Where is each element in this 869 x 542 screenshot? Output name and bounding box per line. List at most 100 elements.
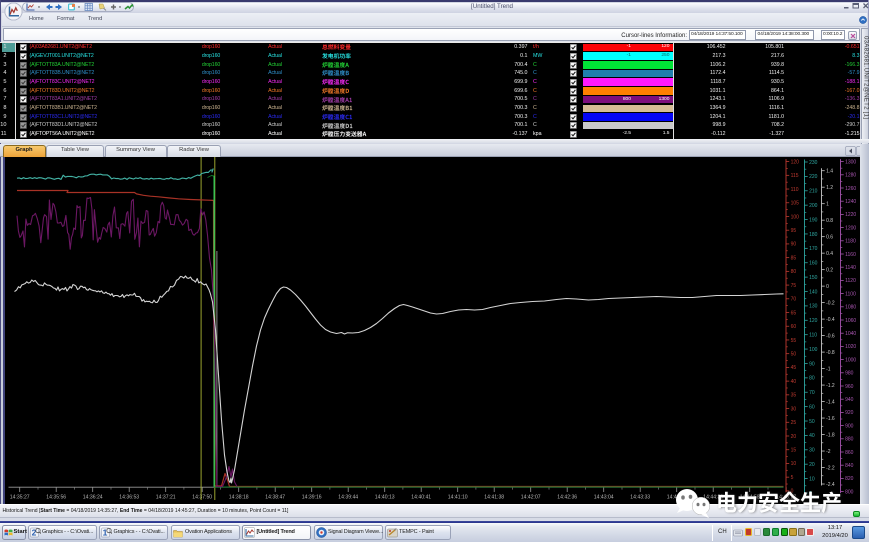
svg-text:14:39:44: 14:39:44 xyxy=(338,495,358,501)
svg-text:840: 840 xyxy=(845,463,854,469)
svg-text:1300: 1300 xyxy=(845,159,856,165)
svg-text:1000: 1000 xyxy=(845,357,856,363)
svg-text:5: 5 xyxy=(790,475,793,481)
svg-text:35: 35 xyxy=(790,393,796,399)
svg-text:0.8: 0.8 xyxy=(826,218,833,224)
svg-text:85: 85 xyxy=(790,255,796,261)
svg-text:55: 55 xyxy=(790,338,796,344)
svg-text:150: 150 xyxy=(809,275,818,281)
svg-text:160: 160 xyxy=(809,261,818,267)
svg-text:40: 40 xyxy=(790,379,796,385)
svg-text:-0.2: -0.2 xyxy=(826,300,835,306)
svg-text:1080: 1080 xyxy=(845,305,856,311)
svg-text:50: 50 xyxy=(790,351,796,357)
svg-text:25: 25 xyxy=(790,420,796,426)
svg-text:110: 110 xyxy=(809,332,817,338)
svg-text:190: 190 xyxy=(809,217,818,223)
svg-text:75: 75 xyxy=(790,283,796,289)
svg-text:100: 100 xyxy=(790,214,799,220)
svg-text:20: 20 xyxy=(790,434,796,440)
svg-text:140: 140 xyxy=(809,289,818,295)
svg-text:0.2: 0.2 xyxy=(826,267,833,273)
svg-text:1200: 1200 xyxy=(845,225,856,231)
svg-text:820: 820 xyxy=(845,476,854,482)
svg-text:40: 40 xyxy=(809,433,815,439)
svg-text:14:43:33: 14:43:33 xyxy=(630,495,650,501)
svg-text:0: 0 xyxy=(826,284,829,290)
svg-text:1100: 1100 xyxy=(845,291,856,297)
svg-text:20: 20 xyxy=(809,462,815,468)
svg-text:14:40:13: 14:40:13 xyxy=(374,495,394,501)
svg-text:900: 900 xyxy=(845,423,854,429)
svg-text:220: 220 xyxy=(809,174,818,180)
svg-text:14:38:47: 14:38:47 xyxy=(265,495,285,501)
svg-text:14:41:38: 14:41:38 xyxy=(484,495,504,501)
svg-text:14:37:50: 14:37:50 xyxy=(192,495,212,501)
svg-text:1040: 1040 xyxy=(845,331,856,337)
svg-text:230: 230 xyxy=(809,160,818,166)
svg-text:90: 90 xyxy=(790,242,796,248)
svg-text:14:37:21: 14:37:21 xyxy=(155,495,175,501)
svg-text:14:42:07: 14:42:07 xyxy=(520,495,540,501)
svg-text:1060: 1060 xyxy=(845,318,856,324)
svg-text:14:42:36: 14:42:36 xyxy=(557,495,577,501)
svg-text:1160: 1160 xyxy=(845,252,856,258)
svg-text:-2: -2 xyxy=(826,449,831,455)
svg-text:110: 110 xyxy=(790,187,798,193)
svg-text:30: 30 xyxy=(790,406,796,412)
svg-text:120: 120 xyxy=(790,159,799,165)
svg-text:-1.8: -1.8 xyxy=(826,432,835,438)
svg-text:800: 800 xyxy=(845,489,854,495)
svg-text:200: 200 xyxy=(809,203,818,209)
svg-text:180: 180 xyxy=(809,232,818,238)
svg-text:-1.4: -1.4 xyxy=(826,399,835,405)
svg-text:940: 940 xyxy=(845,397,854,403)
svg-text:1: 1 xyxy=(826,201,829,207)
svg-text:14:35:56: 14:35:56 xyxy=(46,495,66,501)
svg-text:45: 45 xyxy=(790,365,796,371)
svg-text:14:36:24: 14:36:24 xyxy=(82,495,102,501)
svg-text:1140: 1140 xyxy=(845,265,856,271)
svg-text:10: 10 xyxy=(790,461,796,467)
svg-text:60: 60 xyxy=(790,324,796,330)
svg-text:210: 210 xyxy=(809,189,818,195)
svg-text:1220: 1220 xyxy=(845,212,856,218)
svg-text:880: 880 xyxy=(845,437,854,443)
svg-text:-1.6: -1.6 xyxy=(826,416,835,422)
svg-text:115: 115 xyxy=(790,173,798,179)
svg-text:-0.6: -0.6 xyxy=(826,333,835,339)
svg-text:0.6: 0.6 xyxy=(826,234,833,240)
svg-text:170: 170 xyxy=(809,246,818,252)
svg-text:14:39:16: 14:39:16 xyxy=(301,495,321,501)
svg-text:-0.4: -0.4 xyxy=(826,317,835,323)
svg-text:1180: 1180 xyxy=(845,239,856,245)
svg-text:90: 90 xyxy=(809,361,815,367)
svg-text:0.4: 0.4 xyxy=(826,251,833,257)
svg-text:65: 65 xyxy=(790,310,796,316)
svg-text:100: 100 xyxy=(809,347,818,353)
svg-text:920: 920 xyxy=(845,410,854,416)
svg-text:10: 10 xyxy=(809,476,815,482)
svg-text:-1.2: -1.2 xyxy=(826,383,835,389)
svg-text:1120: 1120 xyxy=(845,278,856,284)
svg-text:1280: 1280 xyxy=(845,173,856,179)
svg-text:14:41:10: 14:41:10 xyxy=(447,495,467,501)
svg-text:960: 960 xyxy=(845,384,854,390)
svg-text:1.4: 1.4 xyxy=(826,169,833,175)
svg-text:-2.2: -2.2 xyxy=(826,465,835,471)
svg-text:-2.4: -2.4 xyxy=(826,482,835,488)
svg-text:95: 95 xyxy=(790,228,796,234)
svg-text:30: 30 xyxy=(809,448,815,454)
svg-text:15: 15 xyxy=(790,448,796,454)
svg-text:1240: 1240 xyxy=(845,199,856,205)
svg-text:70: 70 xyxy=(809,390,815,396)
svg-text:120: 120 xyxy=(809,318,818,324)
svg-text:80: 80 xyxy=(809,376,815,382)
svg-text:14:40:41: 14:40:41 xyxy=(411,495,431,501)
svg-text:1.2: 1.2 xyxy=(826,185,833,191)
svg-text:-1: -1 xyxy=(826,366,831,372)
svg-text:14:43:04: 14:43:04 xyxy=(593,495,613,501)
svg-text:70: 70 xyxy=(790,297,796,303)
svg-text:80: 80 xyxy=(790,269,796,275)
svg-text:105: 105 xyxy=(790,201,799,207)
